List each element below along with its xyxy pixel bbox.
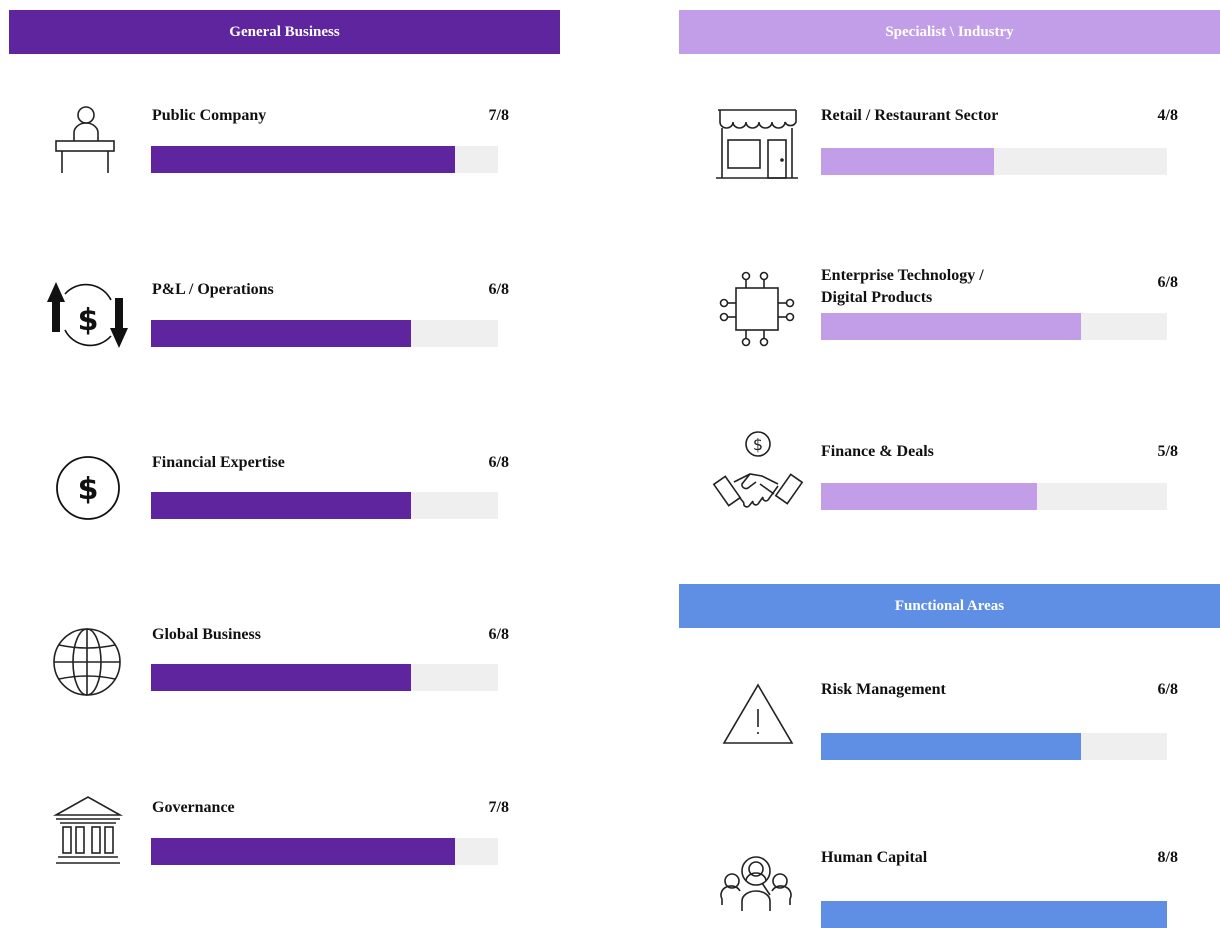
score-bar-track [151,492,498,519]
score-bar-track [821,148,1167,175]
reception-desk-icon [54,105,118,175]
item-score: 6/8 [1157,681,1178,698]
svg-text:$: $ [78,303,99,338]
general-business-header: General Business [9,10,560,54]
item-label: Financial Expertise [152,454,285,471]
globe-icon [52,627,122,697]
item-score: 6/8 [488,454,509,471]
item-score: 6/8 [1157,274,1178,291]
general-business-title: General Business [229,23,340,40]
item-label: Finance & Deals [821,443,934,460]
specialist-industry-header: Specialist \ Industry [679,10,1220,54]
score-bar-track [151,664,498,691]
functional-areas-header: Functional Areas [679,584,1220,628]
score-bar-fill [151,664,412,691]
score-bar-fill [821,483,1038,510]
item-score: 4/8 [1157,107,1178,124]
svg-text:$: $ [78,472,99,507]
item-label: Public Company [152,107,267,124]
svg-text:$: $ [753,435,763,454]
item-label-line2: Digital Products [821,289,933,306]
specialist-industry-title: Specialist \ Industry [885,23,1014,40]
item-label: Retail / Restaurant Sector [821,107,999,124]
item-label: Governance [152,799,235,816]
score-bar-fill [821,148,994,175]
microchip-icon [719,270,795,348]
item-score: 7/8 [488,107,509,124]
item-label-line1: Enterprise Technology / [821,267,984,284]
item-label: Human Capital [821,849,928,866]
dollar-updown-arrows-icon: $ [45,280,130,352]
score-bar-fill [151,146,455,173]
item-score: 7/8 [488,799,509,816]
item-score: 8/8 [1157,849,1178,866]
score-bar-track [151,838,498,865]
score-bar-fill [821,313,1081,340]
functional-areas-title: Functional Areas [894,597,1005,614]
item-score: 5/8 [1157,443,1178,460]
score-bar-track [821,483,1167,510]
storefront-icon [716,108,798,180]
item-label: Global Business [152,626,261,643]
score-bar-track [151,146,498,173]
item-score: 6/8 [488,626,509,643]
score-bar-fill [151,838,455,865]
item-score: 6/8 [488,281,509,298]
institution-building-icon [52,795,124,867]
dollar-circle-icon: $ [55,455,121,521]
score-bar-track [151,320,498,347]
score-bar-fill [151,492,412,519]
people-search-icon [720,855,792,915]
score-bar-fill [821,733,1081,760]
item-label: P&L / Operations [152,281,274,298]
score-bar-track [821,733,1167,760]
handshake-dollar-icon: $ [712,430,804,520]
score-bar-fill [151,320,412,347]
score-bar-track [821,313,1167,340]
score-bar-fill [821,901,1167,928]
item-label: Risk Management [821,681,946,698]
warning-triangle-icon [722,683,794,745]
item-label-two-line: Enterprise Technology / Digital Products [821,265,984,309]
score-bar-track [821,901,1167,928]
